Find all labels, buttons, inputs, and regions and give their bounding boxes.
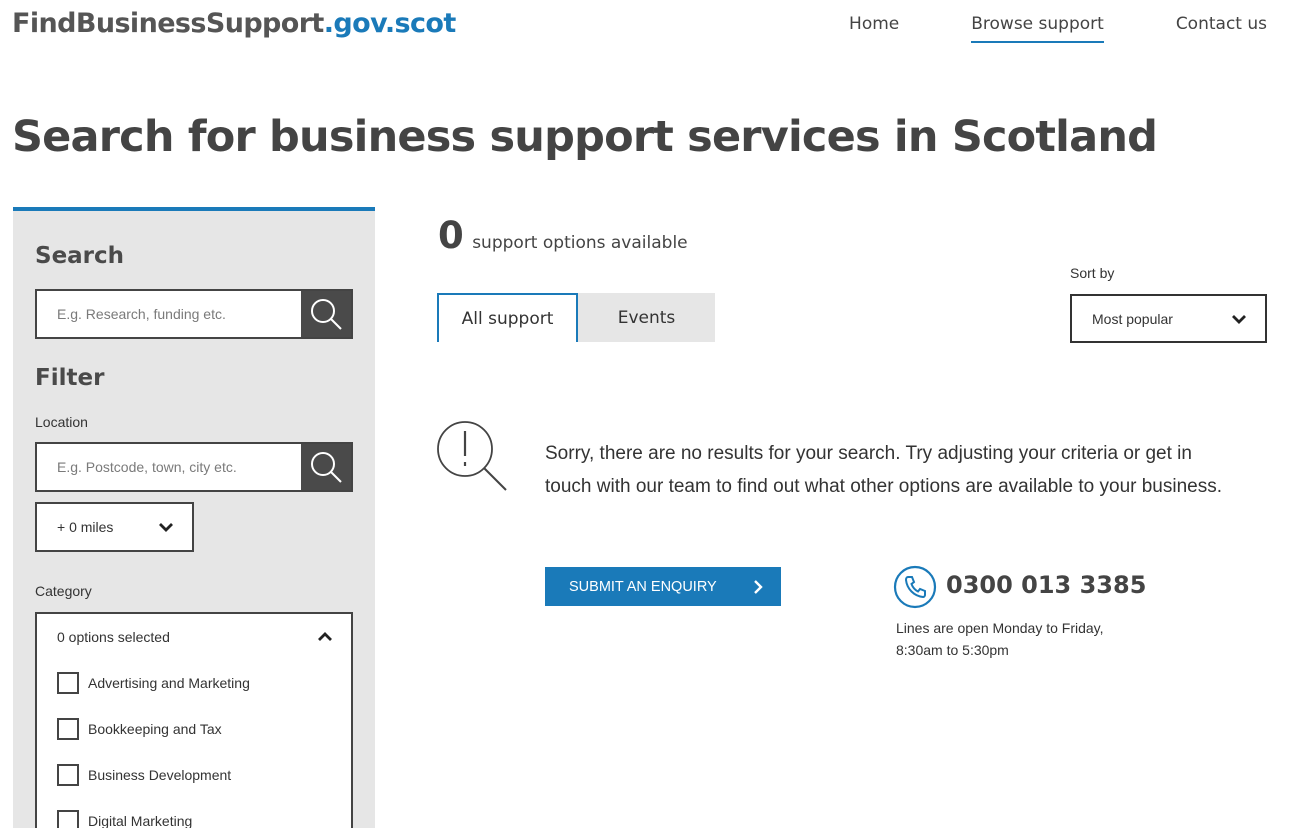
location-label: Location <box>35 414 88 430</box>
category-summary: 0 options selected <box>57 629 170 645</box>
search-heading: Search <box>35 243 125 269</box>
category-option-label: Bookkeeping and Tax <box>88 721 222 737</box>
phone-icon <box>893 565 937 609</box>
category-option[interactable]: Business Development <box>37 752 351 798</box>
submit-enquiry-button[interactable]: SUBMIT AN ENQUIRY <box>545 567 781 606</box>
category-option-label: Digital Marketing <box>88 813 193 828</box>
search-icon <box>311 452 342 483</box>
search-icon <box>311 299 342 330</box>
category-option-label: Advertising and Marketing <box>88 675 250 691</box>
logo-accent-text: .gov.scot <box>323 8 457 39</box>
nav-contact-us-link[interactable]: Contact us <box>1176 14 1267 43</box>
chevron-down-icon <box>1232 314 1246 324</box>
no-results-message: Sorry, there are no results for your sea… <box>545 443 1223 497</box>
nav-home-link[interactable]: Home <box>849 14 899 43</box>
tab-events[interactable]: Events <box>578 293 715 342</box>
sort-select[interactable]: Most popular <box>1070 294 1267 343</box>
filter-heading: Filter <box>35 365 105 391</box>
results-count: 0 support options available <box>438 214 688 257</box>
no-results-magnifier-icon <box>437 421 507 491</box>
category-option[interactable]: Digital Marketing <box>37 798 351 828</box>
phone-hours: Lines are open Monday to Friday, 8:30am … <box>896 620 1104 658</box>
site-logo[interactable]: FindBusinessSupport.gov.scot <box>12 8 456 39</box>
category-option[interactable]: Advertising and Marketing <box>37 660 351 706</box>
category-dropdown-toggle[interactable]: 0 options selected <box>37 614 351 660</box>
nav-browse-support-link[interactable]: Browse support <box>971 14 1104 43</box>
results-count-number: 0 <box>438 214 464 257</box>
chevron-down-icon <box>159 523 173 532</box>
main-nav: Home Browse support Contact us <box>849 14 1267 43</box>
category-label: Category <box>35 583 92 599</box>
sort-select-value: Most popular <box>1092 310 1173 327</box>
checkbox-icon[interactable] <box>57 810 79 828</box>
location-input[interactable] <box>37 444 301 490</box>
keyword-search-box <box>35 289 353 339</box>
logo-main-text: FindBusinessSupport <box>12 8 324 39</box>
category-option-label: Business Development <box>88 767 232 783</box>
radius-select-value: + 0 miles <box>57 519 114 535</box>
checkbox-icon[interactable] <box>57 764 79 786</box>
keyword-search-button[interactable] <box>301 291 351 337</box>
category-option[interactable]: Bookkeeping and Tax <box>37 706 351 752</box>
chevron-up-icon <box>318 632 332 641</box>
location-search-box <box>35 442 353 492</box>
phone-number[interactable]: 0300 013 3385 <box>946 571 1146 599</box>
location-search-button[interactable] <box>301 444 351 490</box>
results-count-label: support options available <box>472 233 688 253</box>
checkbox-icon[interactable] <box>57 718 79 740</box>
submit-enquiry-label: SUBMIT AN ENQUIRY <box>569 578 717 595</box>
checkbox-icon[interactable] <box>57 672 79 694</box>
category-multiselect: 0 options selected Advertising and Marke… <box>35 612 353 828</box>
radius-select[interactable]: + 0 miles <box>35 502 194 552</box>
search-filter-sidebar: Search Filter Location + 0 miles Categor… <box>13 207 375 828</box>
keyword-search-input[interactable] <box>37 291 301 337</box>
chevron-right-icon <box>754 579 763 594</box>
sort-label: Sort by <box>1070 265 1115 281</box>
page-title: Search for business support services in … <box>12 112 1158 162</box>
tab-all-support[interactable]: All support <box>437 293 578 342</box>
